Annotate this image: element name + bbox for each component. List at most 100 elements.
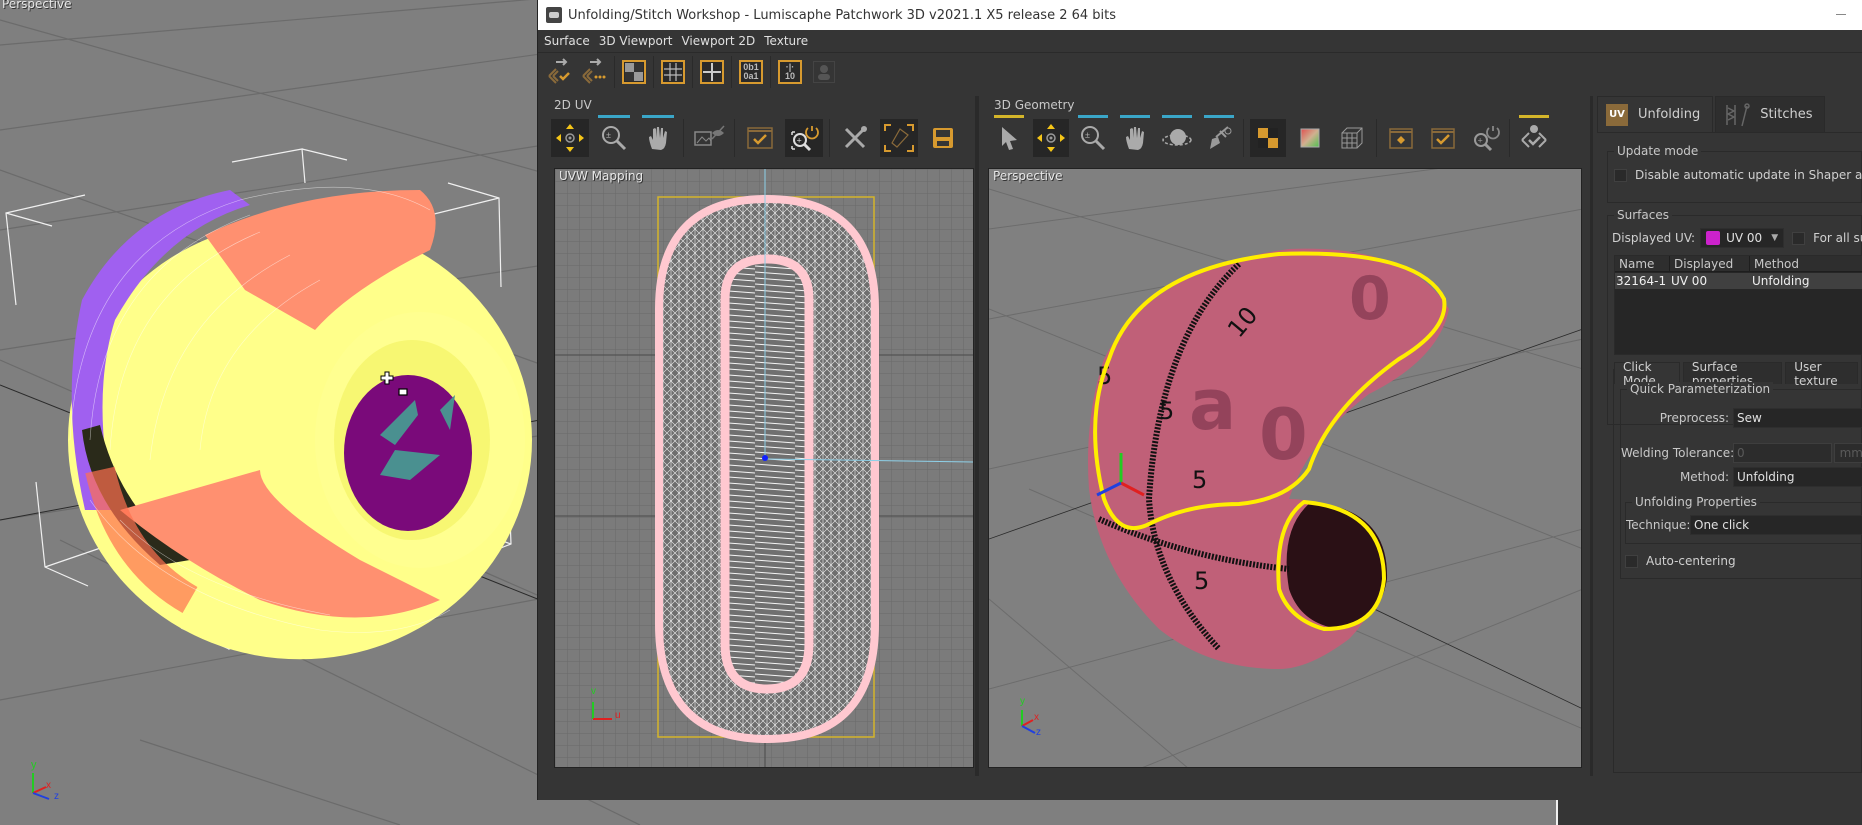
panel-splitter[interactable] [975,96,979,776]
svg-text:+: + [797,136,802,146]
stitches-icon [1726,102,1751,126]
unfold-validate-button[interactable] [546,57,576,87]
auto-centering-label: Auto-centering [1646,554,1736,568]
welding-tolerance-input[interactable]: 0 [1733,443,1832,463]
window-titlebar[interactable]: Unfolding/Stitch Workshop - Lumiscaphe P… [538,0,1862,30]
toolbar-separator [1243,119,1244,157]
uv-zoom-button[interactable]: ± [595,115,633,157]
column-header-displayed-uv[interactable]: Displayed UV [1670,256,1750,287]
geo-pan-button[interactable] [1117,115,1153,157]
user-button[interactable] [809,57,839,87]
for-all-surfaces-label: For all surfaces [1813,231,1862,245]
unfold-pending-icon [582,58,606,84]
welding-tolerance-value: 0 [1737,446,1745,460]
uv-frame-button[interactable] [880,119,918,157]
toolbar-separator [734,119,735,157]
geo-move-button[interactable] [1033,119,1069,157]
ruler-label-button[interactable]: ·|· 10 [775,57,805,87]
crosshair-button[interactable] [697,57,727,87]
uv-viewport[interactable]: UVW Mapping v u [554,168,974,768]
uv-set-icon [1706,231,1721,245]
unfold-validate-icon [548,58,570,84]
svg-text:5: 5 [1159,397,1174,425]
uv-panel: 2D UV ± + UVW Mapping v u [544,98,974,770]
tab-stitches[interactable]: Stitches [1715,96,1826,132]
table-row[interactable]: 32164-1 UV 00 Unfolding [1615,273,1862,289]
geometry-panel: 3D Geometry ± + a 0 0 10 5 5 5 5 Perspec… [984,98,1584,770]
fit-selection-icon [747,127,773,149]
disable-auto-update-checkbox[interactable] [1614,168,1627,182]
select-button[interactable] [991,115,1027,157]
menu-texture[interactable]: Texture [764,34,808,48]
click-mode-panel: Quick Parameterization Preprocess: Sew W… [1613,369,1862,773]
stitch-validate-button[interactable] [1516,115,1552,157]
checker-texture-button[interactable] [619,57,649,87]
pick-tool-button[interactable] [1201,115,1237,157]
svg-text:±: ± [606,130,611,140]
method-select[interactable]: Unfolding [1733,467,1862,487]
technique-select[interactable]: One click [1690,515,1862,535]
disable-auto-update-label: Disable automatic update in Shaper and M… [1635,168,1862,182]
checker-texture-icon [622,60,646,84]
auto-centering-checkbox[interactable] [1625,554,1638,568]
auto-zoom-icon: + [1474,126,1500,152]
menu-surface[interactable]: Surface [544,34,590,48]
axis-label-z: z [54,791,59,802]
uv-tools-button[interactable] [836,119,874,157]
for-all-surfaces-checkbox[interactable] [1792,231,1806,245]
uv-pivot[interactable] [762,455,768,461]
app-icon [546,7,562,23]
wire-cube-button[interactable] [1334,119,1370,157]
orbit-button[interactable] [1159,115,1195,157]
active-indicator [642,115,674,118]
tab-unfolding[interactable]: UV Unfolding [1597,96,1714,132]
main-toolbar: 0b1 0a1 ·|· 10 [538,53,1862,91]
ruler-label-icon: ·|· 10 [778,60,802,84]
gradient-material-button[interactable] [1292,119,1328,157]
update-mode-label: Update mode [1614,144,1702,158]
wire-cube-icon [1341,127,1363,149]
technique-value: One click [1694,518,1750,532]
menu-3d-viewport[interactable]: 3D Viewport [599,34,673,48]
column-header-method[interactable]: Method [1750,256,1862,272]
uv-pan-button[interactable] [639,115,677,157]
binary-label-button[interactable]: 0b1 0a1 [736,57,766,87]
uv-move-button[interactable] [551,119,589,157]
axis-label-x: x [1034,712,1039,723]
uv-save-button[interactable] [924,119,962,157]
geo-zoom-button[interactable]: ± [1075,115,1111,157]
unfold-pending-button[interactable] [580,57,610,87]
preprocess-select[interactable]: Sew [1733,408,1862,428]
column-header-name[interactable]: Name [1615,256,1670,272]
3d-object[interactable] [68,186,532,660]
active-indicator [1120,115,1150,118]
geo-auto-zoom-button[interactable]: + [1467,119,1503,157]
grid-icon [661,60,685,84]
minimize-icon[interactable] [1836,6,1848,18]
uv-image-visibility-button[interactable] [690,119,728,157]
unfolding-tab-body: Update mode Disable automatic update in … [1597,132,1862,773]
tab-stitches-label: Stitches [1760,107,1813,122]
uv-layout [555,169,973,767]
toolbar-separator [731,56,732,88]
geometry-viewport[interactable]: a00 10 5555 Perspective y x z [988,168,1582,768]
active-indicator [1078,115,1108,118]
uv-island-inner[interactable] [720,254,814,694]
uv-auto-zoom-button[interactable]: + [785,119,823,157]
welding-unit-select[interactable]: mm [1833,443,1862,463]
zoom-plus-minus-icon: ± [602,126,627,151]
panel-splitter[interactable] [1590,96,1593,776]
quick-parameterization-group: Quick Parameterization Preprocess: Sew W… [1620,382,1862,579]
checker-material-button[interactable] [1250,119,1286,157]
uv-fit-selection-button[interactable] [741,119,779,157]
axis-label-z: z [1036,727,1041,738]
displayed-uv-select[interactable]: UV 00 ▼ [1700,228,1785,248]
menu-viewport-2d[interactable]: Viewport 2D [681,34,755,48]
save-icon [933,128,953,148]
grid-button[interactable] [658,57,688,87]
welding-unit-value: mm [1839,446,1862,460]
svg-text:±: ± [1085,130,1090,140]
chevron-down-icon: ▼ [1771,233,1779,243]
fit-all-button[interactable] [1383,119,1419,157]
geo-fit-selection-button[interactable] [1425,119,1461,157]
